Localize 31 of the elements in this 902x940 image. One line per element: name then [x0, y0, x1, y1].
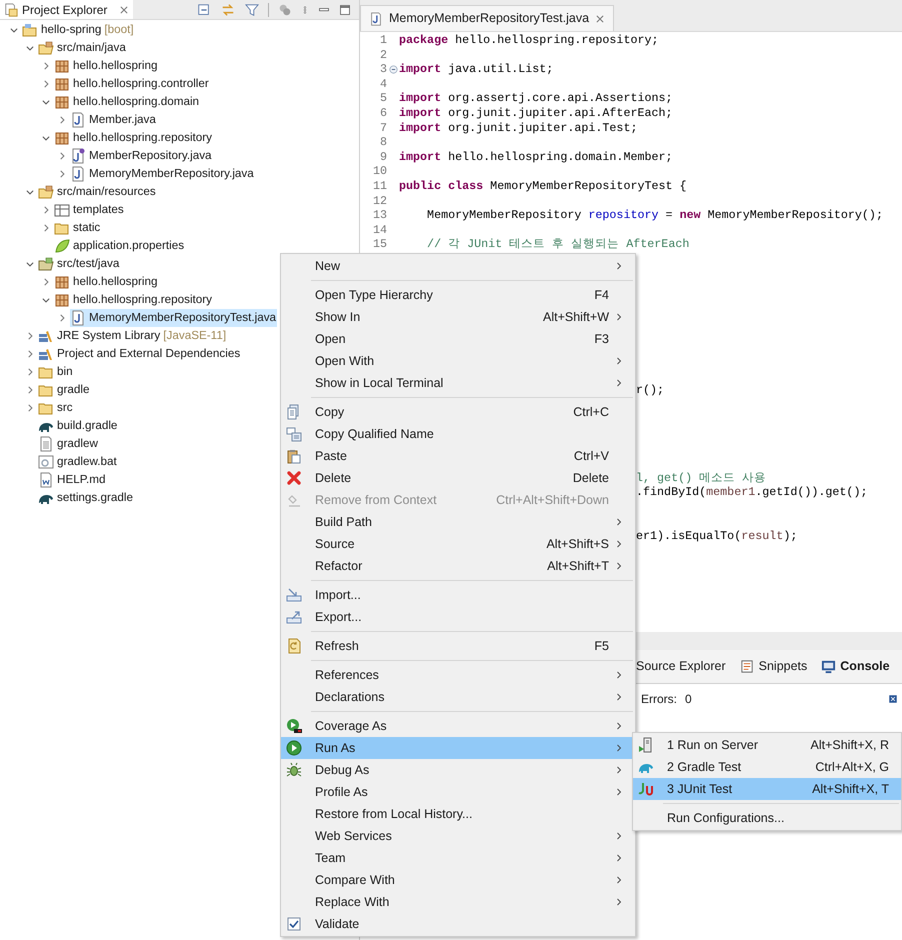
- line-number: 12: [372, 194, 387, 208]
- line-number: 2: [378, 48, 387, 62]
- code-line: import org.assertj.core.api.Assertions;: [399, 91, 673, 106]
- panel-title: Project Explorer: [22, 2, 108, 18]
- line-number: 3: [378, 62, 387, 77]
- code-line: import org.junit.jupiter.api.AfterEach;: [399, 106, 673, 121]
- line-number: 14: [372, 222, 387, 238]
- code-line: r();: [636, 383, 664, 398]
- line-number: 7: [378, 120, 387, 136]
- code-line: import org.junit.jupiter.api.Test;: [399, 120, 638, 136]
- code-line: // 각 JUnit 테스트 후 실행되는 AfterEach: [426, 237, 690, 252]
- line-number: 11: [372, 178, 387, 194]
- line-number: 9: [378, 150, 387, 164]
- line-number: 4: [378, 76, 387, 92]
- code-line: MemoryMemberRepository repository = new MemoryMemberRepository();: [426, 208, 883, 223]
- code-line: import hello.hellospring.domain.Member;: [399, 150, 673, 164]
- line-number: 1: [378, 33, 387, 48]
- code-line: .findById(member1.getId()).get();: [636, 485, 868, 500]
- errors-label: Errors:: [641, 691, 677, 708]
- errors-count: 0: [685, 691, 692, 708]
- line-number: 6: [378, 106, 387, 121]
- line-number: 13: [372, 208, 387, 223]
- code-line: import java.util.List;: [399, 62, 554, 77]
- code-line: er1).isEqualTo(result);: [636, 529, 798, 544]
- code-line: l, get() 메소드 사용: [636, 470, 766, 486]
- line-number: 8: [378, 135, 387, 150]
- line-number: 10: [372, 164, 387, 179]
- line-number: 5: [378, 91, 387, 106]
- line-number: 15: [372, 237, 387, 252]
- code-line: public class MemoryMemberRepositoryTest {: [399, 178, 687, 194]
- code-line: package hello.hellospring.repository;: [399, 33, 659, 48]
